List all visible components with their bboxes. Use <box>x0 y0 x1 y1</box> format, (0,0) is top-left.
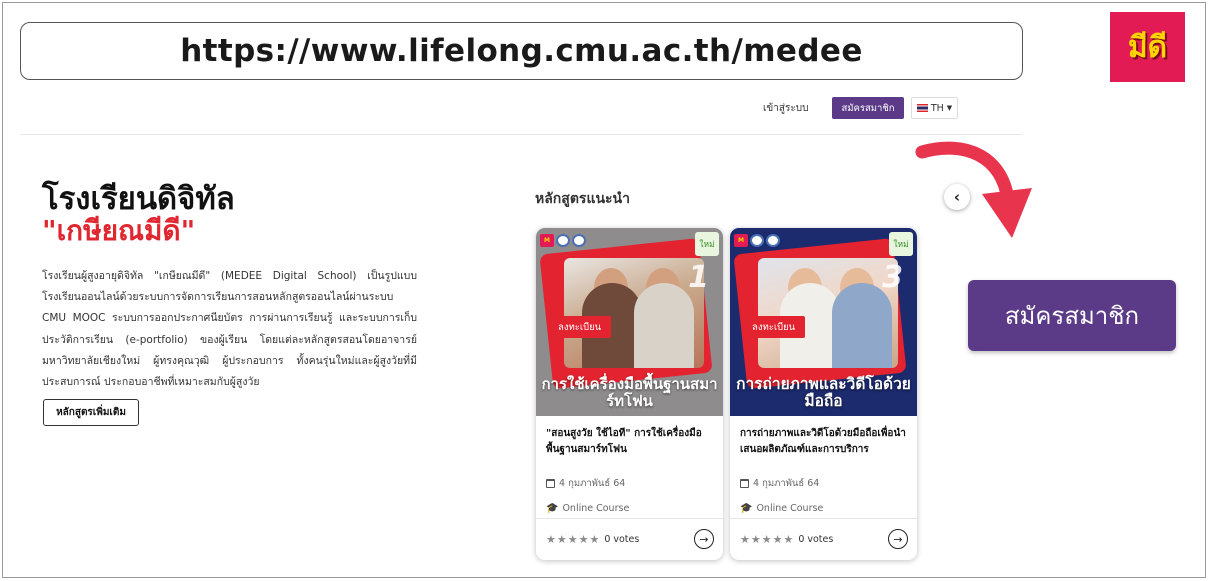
course-photo <box>564 258 704 368</box>
hero-description: โรงเรียนผู้สูงอายุดิจิทัล "เกษียณมีดี" (… <box>42 270 417 389</box>
person-figure <box>832 283 892 368</box>
course-title[interactable]: การถ่ายภาพและวิดีโอด้วยมือถือเพื่อนำเสนอ… <box>740 426 907 464</box>
medee-logo-text: มีดี <box>1127 29 1168 65</box>
hero-subtitle: "เกษียณมีดี" <box>42 214 196 247</box>
course-date-text: 4 กุมภาพันธ์ 64 <box>559 478 626 489</box>
enroll-tag[interactable]: ลงทะเบียน <box>548 316 612 338</box>
course-number: 1 <box>688 260 709 295</box>
arrow-right-circle-icon[interactable]: → <box>888 529 908 549</box>
course-card-footer: ★★★★★ 0 votes → <box>730 518 917 560</box>
course-number: 3 <box>882 260 903 295</box>
recommended-heading: หลักสูตรแนะนำ <box>535 191 630 207</box>
course-type-text: Online Course <box>756 503 824 514</box>
course-photo <box>758 258 898 368</box>
person-figure <box>634 283 694 368</box>
star-rating: ★★★★★ <box>740 533 795 546</box>
language-select[interactable]: TH ▼ <box>911 97 958 119</box>
register-button[interactable]: สมัครสมาชิก <box>832 97 904 119</box>
calendar-icon <box>740 479 749 488</box>
course-type-text: Online Course <box>562 503 630 514</box>
register-cta-button[interactable]: สมัครสมาชิก <box>968 280 1176 351</box>
flag-th-icon <box>916 104 928 112</box>
curved-arrow-icon <box>915 141 1032 238</box>
medee-logo: มีดี <box>1110 12 1185 82</box>
star-rating: ★★★★★ <box>546 533 601 546</box>
course-date: 4 กุมภาพันธ์ 64 <box>546 476 713 491</box>
partner-logos: M <box>540 234 586 247</box>
course-card-body: การถ่ายภาพและวิดีโอด้วยมือถือเพื่อนำเสนอ… <box>730 416 917 514</box>
top-navbar: เข้าสู่ระบบ สมัครสมาชิก TH ▼ <box>20 93 1023 135</box>
course-date: 4 กุมภาพันธ์ 64 <box>740 476 907 491</box>
cmu-logo <box>750 234 764 247</box>
url-banner: https://www.lifelong.cmu.ac.th/medee <box>20 22 1023 80</box>
course-card[interactable]: 1 M ใหม่ ลงทะเบียน การใช้เครื่องมือพื้นฐ… <box>536 228 723 560</box>
hero-title: โรงเรียนดิจิทัล <box>42 181 235 217</box>
arrow-right-circle-icon[interactable]: → <box>694 529 714 549</box>
medee-mini-logo: M <box>540 234 554 247</box>
course-type: 🎓 Online Course <box>546 503 713 514</box>
language-label: TH <box>930 102 944 114</box>
graduation-cap-icon: 🎓 <box>740 503 753 514</box>
caret-down-icon: ▼ <box>946 104 953 112</box>
votes-count: 0 votes <box>604 534 640 545</box>
course-date-text: 4 กุมภาพันธ์ 64 <box>753 478 820 489</box>
course-image[interactable]: 3 M ใหม่ ลงทะเบียน การถ่ายภาพและวิดีโอด้… <box>730 228 917 416</box>
new-badge: ใหม่ <box>695 232 719 256</box>
enroll-tag[interactable]: ลงทะเบียน <box>742 316 806 338</box>
course-image-caption: การถ่ายภาพและวิดีโอด้วยมือถือ <box>736 375 911 410</box>
partner-logos: M <box>734 234 780 247</box>
login-link[interactable]: เข้าสู่ระบบ <box>763 102 808 116</box>
url-text: https://www.lifelong.cmu.ac.th/medee <box>180 33 863 69</box>
partner-logo <box>766 234 780 247</box>
graduation-cap-icon: 🎓 <box>546 503 559 514</box>
course-type: 🎓 Online Course <box>740 503 907 514</box>
partner-logo <box>572 234 586 247</box>
course-image-caption: การใช้เครื่องมือพื้นฐานสมาร์ทโฟน <box>541 375 718 410</box>
calendar-icon <box>546 479 555 488</box>
medee-mini-logo: M <box>734 234 748 247</box>
course-title[interactable]: "สอนสูงวัย ใช้ไอที" การใช้เครื่องมือพื้น… <box>546 426 713 464</box>
course-card-body: "สอนสูงวัย ใช้ไอที" การใช้เครื่องมือพื้น… <box>536 416 723 514</box>
course-card[interactable]: 3 M ใหม่ ลงทะเบียน การถ่ายภาพและวิดีโอด้… <box>730 228 917 560</box>
cmu-logo <box>556 234 570 247</box>
votes-count: 0 votes <box>798 534 834 545</box>
course-image[interactable]: 1 M ใหม่ ลงทะเบียน การใช้เครื่องมือพื้นฐ… <box>536 228 723 416</box>
course-card-footer: ★★★★★ 0 votes → <box>536 518 723 560</box>
more-courses-button[interactable]: หลักสูตรเพิ่มเติม <box>43 399 139 426</box>
